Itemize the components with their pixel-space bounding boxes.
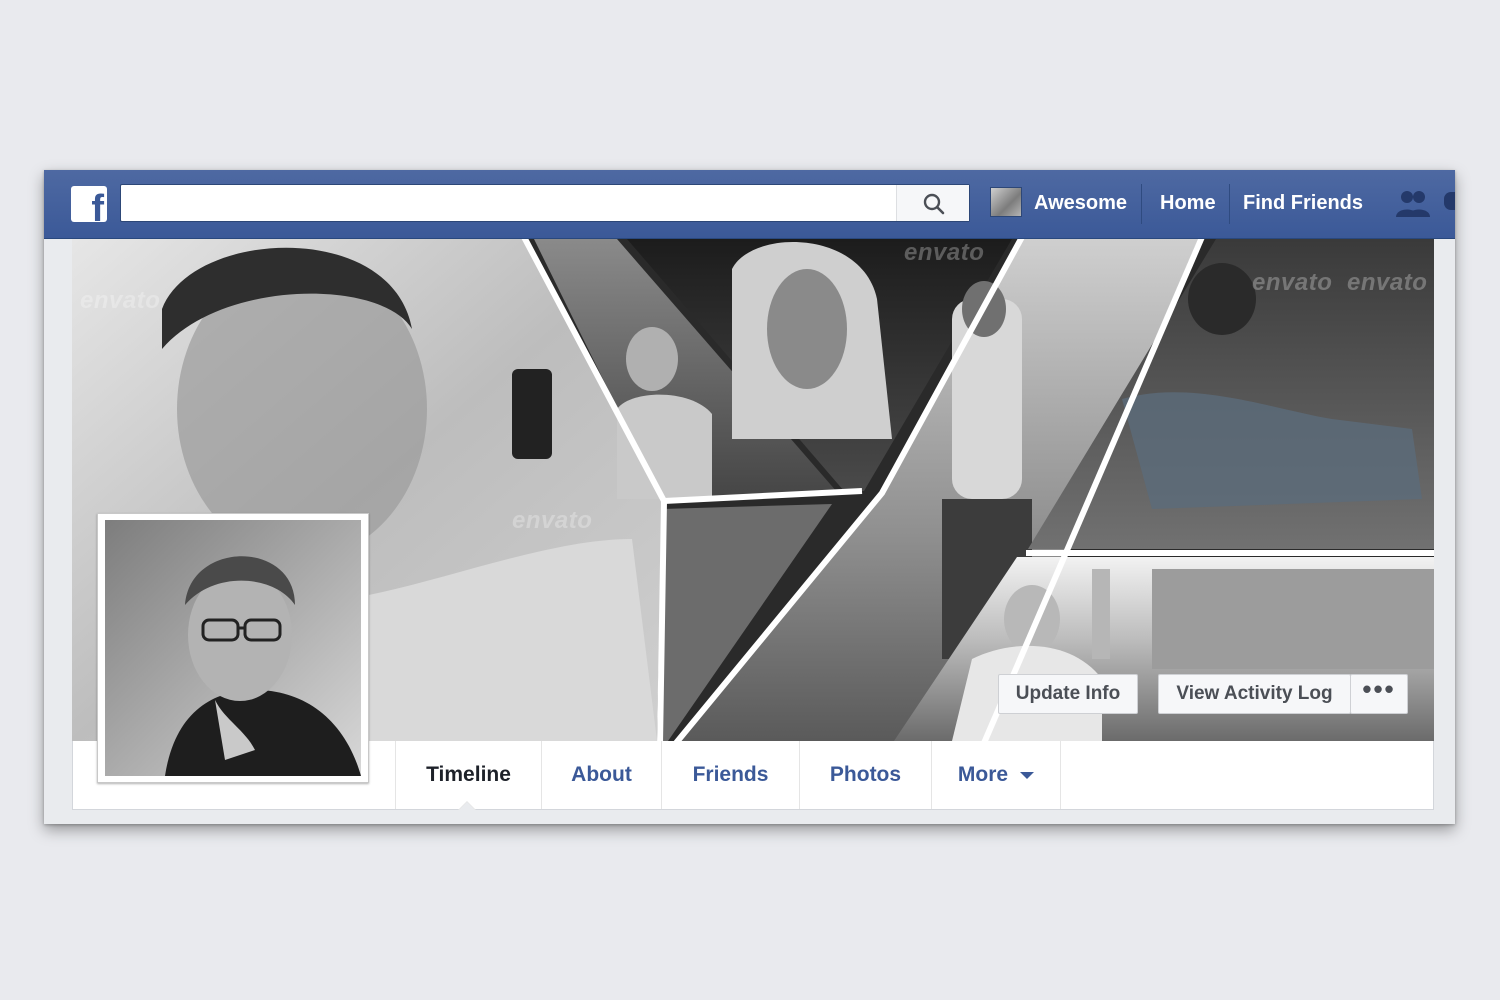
nav-profile-name[interactable]: Awesome	[1034, 190, 1127, 216]
tab-label: Photos	[829, 763, 902, 786]
facebook-window: f Awesome Home Find Friends envato envat…	[44, 170, 1455, 824]
search-icon	[923, 193, 945, 215]
update-info-button[interactable]: Update Info	[998, 674, 1138, 714]
tab-photos[interactable]: Photos	[799, 741, 931, 809]
tab-label: Friends	[692, 763, 769, 786]
cover-watermark: envato	[904, 239, 985, 266]
nav-profile-avatar[interactable]	[990, 187, 1022, 217]
top-navigation-bar: f Awesome Home Find Friends	[44, 170, 1455, 239]
cover-watermark: envato	[1347, 269, 1428, 296]
more-options-button[interactable]: •••	[1350, 674, 1408, 714]
cover-watermark: envato	[1252, 269, 1333, 296]
facebook-logo-letter: f	[91, 188, 104, 222]
nav-link-home[interactable]: Home	[1160, 190, 1216, 216]
search-input[interactable]	[127, 189, 891, 219]
tab-timeline[interactable]: Timeline	[395, 741, 541, 810]
tab-label: More	[957, 763, 1009, 786]
cover-watermark: envato	[80, 287, 161, 314]
profile-picture[interactable]	[97, 513, 369, 783]
tab-friends[interactable]: Friends	[661, 741, 799, 809]
messages-icon[interactable]	[1444, 192, 1455, 210]
cover-watermark: envato	[512, 507, 593, 534]
nav-separator	[1141, 184, 1142, 224]
profile-photo-image	[105, 520, 361, 776]
friend-requests-icon[interactable]	[1394, 187, 1434, 221]
search-box	[120, 184, 970, 222]
nav-separator	[1229, 184, 1230, 224]
search-button[interactable]	[896, 185, 969, 221]
tab-about[interactable]: About	[541, 741, 661, 809]
tab-label: Timeline	[426, 763, 511, 786]
tab-more[interactable]: More	[931, 741, 1061, 809]
active-tab-pointer	[458, 801, 476, 810]
more-options-dots: •••	[1362, 674, 1396, 704]
view-activity-log-button[interactable]: View Activity Log	[1158, 674, 1351, 714]
tab-label: About	[571, 763, 632, 786]
facebook-logo-icon[interactable]: f	[71, 186, 107, 222]
chevron-down-icon	[1020, 771, 1035, 779]
nav-link-find-friends[interactable]: Find Friends	[1243, 190, 1363, 216]
